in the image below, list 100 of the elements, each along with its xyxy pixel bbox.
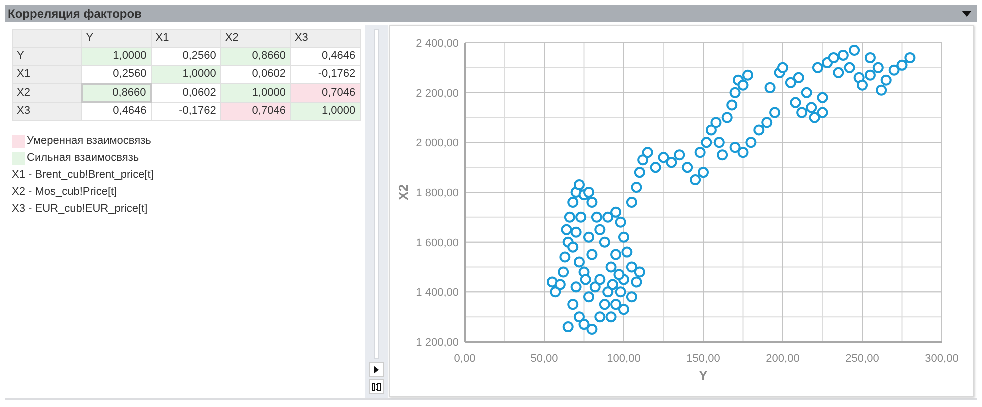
x-tick-label: 200,00	[766, 353, 800, 365]
data-point	[634, 167, 646, 178]
row-header: X1	[12, 66, 82, 84]
legend-text: Умеренная взаимосвязь	[27, 134, 152, 150]
data-point	[562, 322, 574, 333]
table-cell[interactable]: 0,8660	[82, 84, 152, 102]
column-header: X1	[151, 30, 221, 48]
data-point	[602, 212, 614, 223]
y-axis-title: X2	[396, 184, 411, 200]
data-point	[754, 124, 765, 136]
y-tick-label: 2 200,00	[416, 88, 459, 100]
data-point	[722, 112, 733, 124]
table-cell[interactable]: 0,0602	[220, 66, 290, 84]
data-point	[610, 206, 622, 218]
x-tick-label: 50,00	[530, 353, 558, 365]
y-tick-label: 1 800,00	[416, 188, 459, 200]
table-cell[interactable]: 0,0602	[151, 84, 221, 102]
data-point	[849, 44, 860, 56]
data-point	[844, 62, 856, 74]
caret-icon	[962, 10, 972, 16]
data-point	[658, 152, 670, 164]
table-cell[interactable]: 0,2560	[151, 48, 221, 66]
data-point	[730, 142, 741, 154]
table-cell[interactable]: 1,0000	[290, 102, 360, 120]
data-point	[838, 50, 849, 61]
data-point	[594, 312, 606, 323]
row-header: Y	[12, 48, 82, 66]
columns-button[interactable]	[368, 379, 384, 394]
legend-text: Сильная взаимосвязь	[27, 151, 140, 166]
data-point	[586, 324, 598, 336]
x-tick-label: 150,00	[686, 353, 720, 365]
data-point	[584, 187, 595, 198]
data-point	[730, 87, 741, 98]
data-point	[591, 212, 602, 223]
columns-icon	[372, 382, 381, 390]
data-point	[634, 266, 646, 278]
play-icon	[374, 366, 379, 374]
data-point	[694, 147, 706, 158]
data-point	[880, 74, 892, 86]
data-point	[762, 117, 773, 128]
data-point	[682, 162, 694, 174]
row-header: X3	[12, 102, 82, 120]
data-point	[584, 292, 595, 303]
data-point	[568, 196, 579, 208]
data-point	[626, 292, 638, 303]
data-point	[570, 282, 582, 293]
data-point	[560, 252, 571, 263]
table-cell[interactable]: -0,1762	[290, 66, 360, 84]
table-cell[interactable]: 0,4646	[82, 102, 152, 120]
data-point	[650, 162, 662, 174]
data-point	[738, 80, 749, 91]
data-point	[622, 246, 633, 258]
data-point	[790, 97, 802, 108]
table-cell[interactable]: 0,2560	[82, 66, 152, 84]
data-point	[618, 232, 630, 243]
data-point	[872, 62, 884, 74]
table-cell[interactable]: 1,0000	[82, 48, 152, 66]
data-point	[576, 212, 587, 223]
data-point	[864, 70, 876, 81]
data-point	[796, 107, 808, 118]
data-point	[594, 224, 606, 236]
data-point	[742, 70, 754, 81]
data-point	[828, 52, 840, 64]
legend-text: X1 - Brent_cub!Brent_price[t]	[12, 168, 154, 184]
data-point	[631, 276, 642, 288]
data-point	[698, 167, 709, 178]
data-point	[626, 262, 638, 273]
data-point	[904, 52, 916, 64]
data-point	[606, 262, 617, 273]
row-header: X2	[12, 84, 82, 102]
data-point	[574, 180, 585, 191]
data-point	[857, 80, 868, 91]
data-point	[599, 299, 610, 310]
data-point	[710, 117, 722, 128]
data-point	[586, 249, 598, 260]
x-tick-label: 250,00	[846, 353, 880, 365]
table-cell[interactable]: -0,1762	[151, 102, 221, 120]
table-cell[interactable]: 0,7046	[220, 102, 290, 120]
data-point	[817, 107, 828, 118]
table-cell[interactable]: 1,0000	[151, 66, 221, 84]
x-axis-title: Y	[699, 368, 708, 383]
data-point	[602, 286, 614, 298]
table-cell[interactable]: 1,0000	[220, 84, 290, 102]
data-point	[590, 282, 601, 293]
table-cell[interactable]: 0,7046	[290, 84, 360, 102]
data-point	[778, 62, 788, 74]
data-point	[717, 150, 728, 161]
expand-button[interactable]	[368, 362, 384, 377]
data-point	[586, 196, 598, 208]
data-point	[568, 242, 579, 253]
data-point	[626, 196, 638, 208]
data-point	[568, 299, 579, 310]
data-point	[610, 249, 622, 260]
y-tick-label: 1 200,00	[416, 337, 459, 349]
data-point	[701, 137, 712, 148]
data-point	[764, 82, 776, 94]
table-cell[interactable]: 0,8660	[220, 48, 290, 66]
table-cell[interactable]: 0,4646	[290, 48, 360, 66]
data-point	[606, 312, 617, 323]
column-header: Y	[82, 30, 152, 48]
